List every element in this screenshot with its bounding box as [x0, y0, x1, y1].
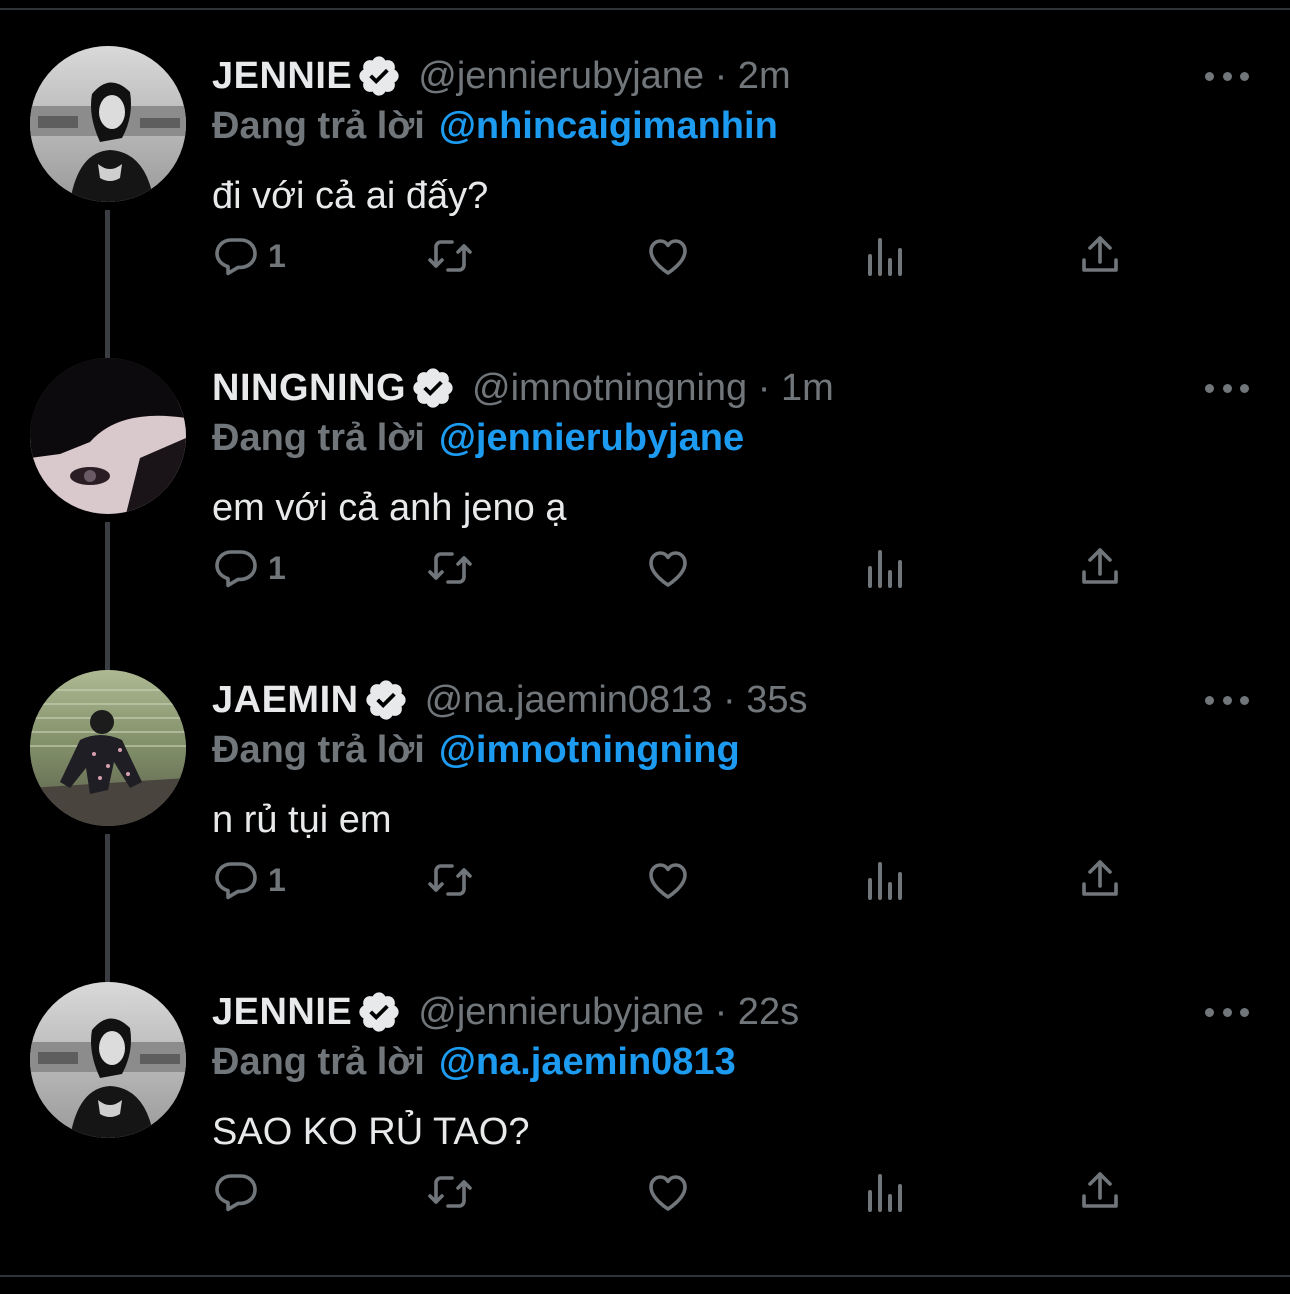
reply-icon — [215, 550, 257, 588]
display-name[interactable]: JAEMIN — [212, 679, 359, 722]
avatar[interactable] — [30, 670, 186, 826]
share-icon — [1082, 236, 1118, 272]
share-icon — [1082, 548, 1118, 584]
like-icon — [649, 551, 687, 587]
display-name[interactable]: JENNIE — [212, 55, 352, 98]
tweet[interactable]: NINGNING @imnotningning · 1m Đang trả lờ… — [0, 358, 1290, 714]
retweet-icon — [428, 552, 472, 584]
replying-to: Đang trả lời @na.jaemin0813 — [212, 1032, 736, 1092]
retweet-button[interactable] — [426, 226, 474, 286]
share-button[interactable] — [1076, 226, 1124, 286]
replying-to-label: Đang trả lời — [212, 1040, 425, 1083]
tweet-actions: 1 — [212, 850, 1152, 910]
avatar-jennie-image — [30, 46, 186, 202]
like-icon — [649, 863, 687, 899]
replying-to-label: Đang trả lời — [212, 728, 425, 771]
verified-badge-icon — [413, 368, 453, 408]
retweet-button[interactable] — [426, 1162, 474, 1222]
replying-to-link[interactable]: @jennierubyjane — [439, 417, 744, 460]
tweet-actions: 1 — [212, 226, 1152, 286]
more-icon[interactable] — [1205, 688, 1249, 712]
replying-to: Đang trả lời @nhincaigimanhin — [212, 96, 778, 156]
more-icon[interactable] — [1205, 64, 1249, 88]
tweet-text: n rủ tụi em — [212, 798, 392, 841]
reply-count: 1 — [268, 861, 286, 898]
share-button[interactable] — [1076, 538, 1124, 598]
avatar[interactable] — [30, 358, 186, 514]
more-icon[interactable] — [1205, 1000, 1249, 1024]
replying-to: Đang trả lời @jennierubyjane — [212, 408, 744, 468]
share-icon — [1082, 1172, 1118, 1208]
retweet-icon — [428, 1176, 472, 1208]
retweet-icon — [428, 864, 472, 896]
replying-to-label: Đang trả lời — [212, 416, 425, 459]
tweet[interactable]: JAEMIN @na.jaemin0813 · 35s Đang trả lời… — [0, 670, 1290, 1026]
analytics-icon — [868, 862, 902, 900]
reply-button[interactable]: 1 — [212, 850, 286, 910]
tweet-actions — [212, 1162, 1152, 1222]
avatar-jennie-image — [30, 982, 186, 1138]
like-button[interactable] — [644, 226, 692, 286]
replying-to-link[interactable]: @na.jaemin0813 — [439, 1041, 736, 1084]
tweet[interactable]: JENNIE @jennierubyjane · 22s Đang trả lờ… — [0, 982, 1290, 1294]
tweet-text: đi với cả ai đấy? — [212, 174, 489, 217]
bottom-divider — [0, 1275, 1290, 1281]
top-divider — [0, 0, 1290, 10]
replying-to-link[interactable]: @imnotningning — [439, 729, 740, 772]
tweet[interactable]: JENNIE @jennierubyjane · 2m Đang trả lời… — [0, 46, 1290, 402]
like-button[interactable] — [644, 850, 692, 910]
retweet-icon — [428, 240, 472, 272]
avatar[interactable] — [30, 982, 186, 1138]
analytics-button[interactable] — [860, 226, 908, 286]
tweet-actions: 1 — [212, 538, 1152, 598]
reply-count: 1 — [268, 237, 286, 274]
handle-and-time[interactable]: @jennierubyjane · 2m — [418, 55, 790, 98]
analytics-icon — [868, 1174, 902, 1212]
verified-badge-icon — [365, 680, 406, 720]
handle-and-time[interactable]: @jennierubyjane · 22s — [418, 991, 799, 1034]
display-name[interactable]: NINGNING — [212, 367, 406, 410]
reply-icon — [215, 1174, 257, 1212]
reply-icon — [215, 238, 257, 276]
share-button[interactable] — [1076, 1162, 1124, 1222]
replying-to-label: Đang trả lời — [212, 104, 425, 147]
retweet-button[interactable] — [426, 850, 474, 910]
avatar[interactable] — [30, 46, 186, 202]
share-button[interactable] — [1076, 850, 1124, 910]
handle-and-time[interactable]: @na.jaemin0813 · 35s — [425, 679, 808, 722]
replying-to: Đang trả lời @imnotningning — [212, 720, 740, 780]
avatar-jaemin-image — [30, 670, 186, 826]
retweet-button[interactable] — [426, 538, 474, 598]
tweet-text: SAO KO RỦ TAO? — [212, 1110, 530, 1153]
like-button[interactable] — [644, 538, 692, 598]
like-button[interactable] — [644, 1162, 692, 1222]
avatar-ningning-image — [30, 358, 186, 514]
reply-icon — [215, 862, 257, 900]
like-icon — [649, 1175, 687, 1211]
analytics-icon — [868, 238, 902, 276]
analytics-button[interactable] — [860, 850, 908, 910]
reply-button[interactable]: 1 — [212, 538, 286, 598]
analytics-icon — [868, 550, 902, 588]
analytics-button[interactable] — [860, 1162, 908, 1222]
replying-to-link[interactable]: @nhincaigimanhin — [439, 105, 778, 148]
analytics-button[interactable] — [860, 538, 908, 598]
tweet-text: em với cả anh jeno ạ — [212, 486, 567, 529]
more-icon[interactable] — [1205, 376, 1249, 400]
verified-badge-icon — [359, 992, 399, 1032]
reply-button[interactable] — [212, 1162, 268, 1222]
reply-count: 1 — [268, 549, 286, 586]
display-name[interactable]: JENNIE — [212, 991, 352, 1034]
verified-badge-icon — [359, 56, 399, 96]
share-icon — [1082, 860, 1118, 896]
handle-and-time[interactable]: @imnotningning · 1m — [472, 367, 834, 410]
reply-button[interactable]: 1 — [212, 226, 286, 286]
like-icon — [649, 239, 687, 275]
